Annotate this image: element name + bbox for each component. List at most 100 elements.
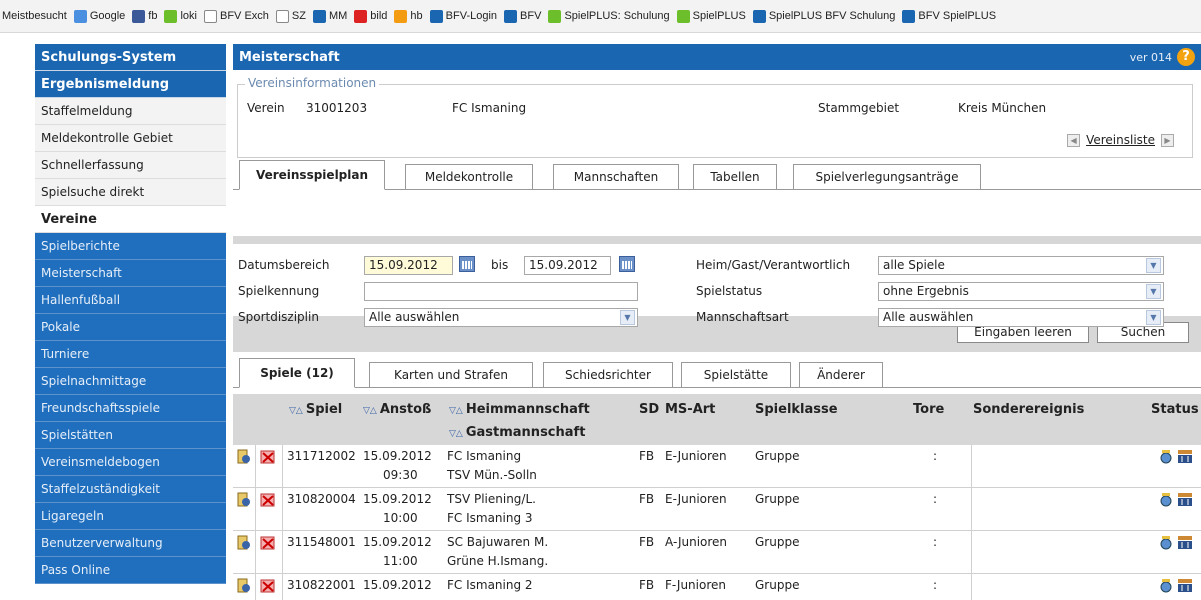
sidebar-item[interactable]: Meldekontrolle Gebiet [35,125,226,152]
tab-spielverlegungsantraege[interactable]: Spielverlegungsanträge [793,164,981,190]
bookmark-item[interactable]: Google [73,9,125,23]
bookmark-item[interactable]: BFV [504,9,542,23]
heimgast-select[interactable]: alle Spiele ▼ [878,256,1164,275]
delete-game-icon[interactable] [260,492,276,508]
delete-game-icon[interactable] [260,535,276,551]
bookmark-item[interactable]: loki [164,9,197,23]
tab-spiele[interactable]: Spiele (12) [239,358,355,388]
vereinsliste-nav: ◀ Vereinsliste ▶ [1061,133,1180,147]
table-row[interactable]: 310820004 15.09.2012 10:00 TSV Pliening/L. F… [233,488,1201,531]
bookmark-item[interactable]: MM [312,9,347,23]
sidebar-item[interactable]: Schulungs-System [35,44,226,71]
table-row[interactable]: 311548001 15.09.2012 11:00 SC Bajuwaren M. G… [233,531,1201,574]
date-to-input[interactable]: 15.09.2012 [524,256,611,275]
next-verein-icon[interactable]: ▶ [1161,133,1174,147]
cell-sd: FB [639,535,655,549]
status-lookup-icon[interactable] [1158,450,1174,464]
edit-report-icon[interactable] [237,578,251,594]
bookmark-label: BFV [520,10,542,22]
bookmark-item[interactable]: hb [394,9,423,23]
col-spiel[interactable]: ▽△ Spiel [289,402,342,417]
sidebar-item[interactable]: Spielnachmittage [35,368,226,395]
bookmark-item[interactable]: SpielPLUS [676,9,746,23]
sidebar-item[interactable]: Benutzerverwaltung [35,530,226,557]
status-lookup-icon[interactable] [1158,536,1174,550]
sidebar-item[interactable]: Hallenfußball [35,287,226,314]
bookmark-item[interactable]: Meistbesucht [2,10,67,22]
bookmark-item[interactable]: fb [132,9,157,23]
sidebar-item[interactable]: Vereine [35,206,226,233]
bookmark-item[interactable]: bild [354,9,387,23]
status-scoreboard-icon[interactable] [1177,493,1193,507]
bookmark-item[interactable]: SZ [275,9,306,23]
edit-report-icon[interactable] [237,449,251,465]
tab-meldekontrolle[interactable]: Meldekontrolle [405,164,533,190]
prev-verein-icon[interactable]: ◀ [1067,133,1081,147]
tab-aenderer[interactable]: Änderer [799,362,883,388]
sidebar-item[interactable]: Staffelzuständigkeit [35,476,226,503]
stammgebiet-value: Kreis München [958,101,1047,115]
cell-spiel: 311548001 [287,535,356,549]
sidebar-item[interactable]: Pokale [35,314,226,341]
sidebar-item[interactable]: Ergebnismeldung [35,71,226,98]
bookmark-item[interactable]: SpielPLUS BFV Schulung [752,9,895,23]
bookmark-label: hb [410,10,423,22]
spielstatus-select[interactable]: ohne Ergebnis ▼ [878,282,1164,301]
sidebar-item[interactable]: Ligaregeln [35,503,226,530]
col-heimmannschaft[interactable]: ▽△ Heimmannschaft [449,402,590,417]
tab-spielstaette[interactable]: Spielstätte [681,362,791,388]
cell-gast: FC Ismaning 3 [447,511,533,525]
delete-game-icon[interactable] [260,578,276,594]
tab-mannschaften[interactable]: Mannschaften [553,164,679,190]
col-anstoss[interactable]: ▽△ Anstoß [363,402,431,417]
vereinsliste-link[interactable]: Vereinsliste [1086,133,1155,147]
date-from-input[interactable]: 15.09.2012 [364,256,453,275]
stammgebiet-label: Stammgebiet [818,101,900,115]
bookmark-item[interactable]: BFV-Login [429,9,497,23]
page-title: Meisterschaft [239,49,340,65]
sportdisziplin-select[interactable]: Alle auswählen ▼ [364,308,638,327]
cell-date: 15.09.2012 [363,535,432,549]
table-row[interactable]: 311712002 15.09.2012 09:30 FC Ismaning TSV M… [233,445,1201,488]
sidebar-item[interactable]: Staffelmeldung [35,98,226,125]
col-gastmannschaft[interactable]: ▽△ Gastmannschaft [449,425,585,440]
sidebar-item[interactable]: Spielsuche direkt [35,179,226,206]
sidebar-item[interactable]: Spielstätten [35,422,226,449]
tab-karten-strafen[interactable]: Karten und Strafen [369,362,533,388]
sidebar-nav: Schulungs-System Ergebnismeldung Staffelme… [35,44,226,600]
status-scoreboard-icon[interactable] [1177,536,1193,550]
bookmark-item[interactable]: BFV Exch [204,9,269,23]
calendar-to-icon[interactable] [619,256,635,272]
table-row[interactable]: 310822001 15.09.2012 FC Ismaning 2 FB F-Juni… [233,574,1201,600]
calendar-from-icon[interactable] [459,256,475,272]
sidebar-item[interactable]: Spielberichte [35,233,226,260]
bookmark-item[interactable]: SpielPLUS: Schulung [548,9,670,23]
tab-schiedsrichter[interactable]: Schiedsrichter [543,362,673,388]
delete-game-icon[interactable] [260,449,276,465]
status-lookup-icon[interactable] [1158,493,1174,507]
status-lookup-icon[interactable] [1158,579,1174,593]
status-scoreboard-icon[interactable] [1177,450,1193,464]
help-icon[interactable]: ? [1177,48,1195,66]
sidebar-item[interactable]: Pass Online [35,557,226,584]
sidebar-item[interactable]: Vereinsmeldebogen [35,449,226,476]
bookmark-item[interactable]: BFV SpielPLUS [902,9,996,23]
tab-vereinsspielplan[interactable]: Vereinsspielplan [239,160,385,190]
title-bar: Meisterschaft ver 014 ? [233,44,1201,70]
sidebar-item[interactable]: Meisterschaft [35,260,226,287]
sidebar-item[interactable]: Schnellerfassung [35,152,226,179]
sidebar-item[interactable]: Turniere [35,341,226,368]
cell-time: 10:00 [383,511,418,525]
bookmarks-bar: Meistbesucht Google fb loki BFV Exch SZ MM bild… [0,0,1201,33]
sidebar-item[interactable]: Freundschaftsspiele [35,395,226,422]
spielkennung-input[interactable] [364,282,638,301]
chevron-down-icon: ▼ [1146,284,1161,299]
cell-tore: : [933,492,938,506]
bookmark-icon [752,9,766,23]
edit-report-icon[interactable] [237,535,251,551]
cell-msart: A-Junioren [665,535,728,549]
edit-report-icon[interactable] [237,492,251,508]
mannschaftsart-select[interactable]: Alle auswählen ▼ [878,308,1164,327]
status-scoreboard-icon[interactable] [1177,579,1193,593]
tab-tabellen[interactable]: Tabellen [693,164,777,190]
